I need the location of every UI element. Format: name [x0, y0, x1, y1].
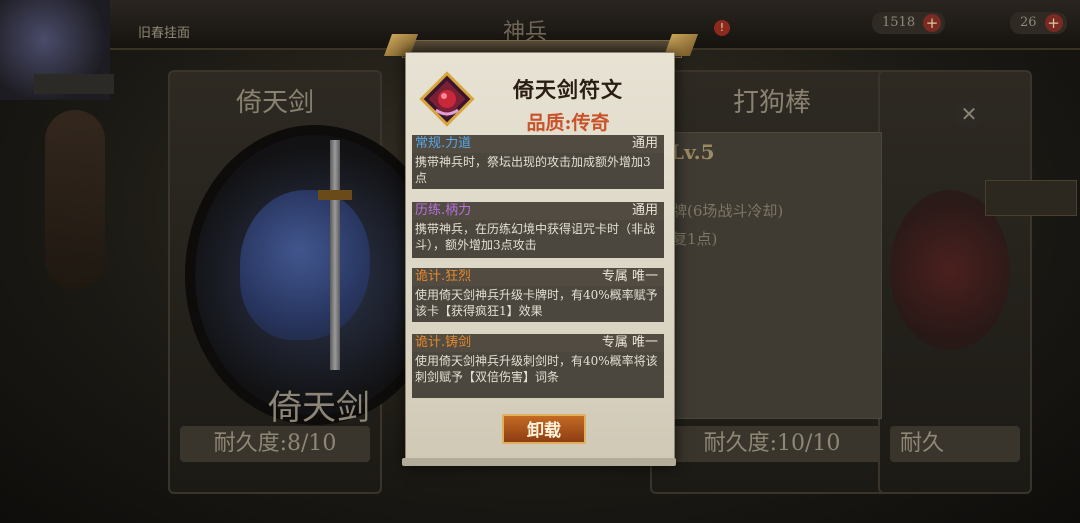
rune-skill-name: 诡计.铸剑: [415, 335, 472, 350]
right-side-button[interactable]: [985, 180, 1077, 216]
weapon-detail-panel: [665, 132, 882, 419]
rune-skill-tag: 通用: [631, 136, 658, 151]
phoenix-illustration: [240, 190, 370, 340]
rune-skill-header: 常规.力道 通用: [412, 135, 664, 153]
top-left-label: 旧春挂面: [138, 26, 191, 41]
player-tag: [34, 74, 114, 94]
resource-gold-value: 1518: [882, 15, 916, 30]
scroll-bottom-edge: [402, 458, 676, 466]
rune-skill-header: 历练.柄力 通用: [412, 202, 664, 220]
weapon-card-durability: 耐久: [890, 426, 1020, 462]
unload-button[interactable]: 卸载: [502, 414, 586, 444]
rune-skill-header: 诡计.狂烈 专属 唯一: [412, 268, 664, 286]
resource-gem-value: 26: [1020, 15, 1037, 30]
weapon-effect-line: 牌(6场战斗冷却): [672, 202, 784, 220]
weapon-big-name: 倚天剑: [268, 388, 370, 428]
rune-skill: 诡计.狂烈 专属 唯一 使用倚天剑神兵升级卡牌时，有40%概率赋予该卡【获得疯狂…: [412, 268, 664, 322]
rune-skill-tag: 通用: [631, 203, 658, 218]
sword-guard: [318, 190, 352, 200]
rune-skill-tag: 专属 唯一: [601, 269, 658, 284]
side-ornament: [45, 110, 105, 290]
rune-skill: 历练.柄力 通用 携带神兵，在历练幻境中获得诅咒卡时（非战斗），额外增加3点攻击: [412, 202, 664, 258]
sword-illustration: [330, 140, 340, 370]
rune-skill-tag: 专属 唯一: [601, 335, 658, 350]
add-gold-button[interactable]: +: [923, 14, 942, 32]
weapon-card-durability: 耐久度:8/10: [180, 426, 370, 462]
resource-gem: 26 +: [1010, 12, 1067, 34]
rune-skill-desc: 携带神兵，在历练幻境中获得诅咒卡时（非战斗），额外增加3点攻击: [412, 220, 664, 258]
resource-gold: 1518 +: [872, 12, 946, 34]
add-gem-button[interactable]: +: [1044, 14, 1063, 32]
weapon-card-title: 倚天剑: [235, 88, 314, 118]
weapon-card-durability: 耐久度:10/10: [662, 426, 882, 462]
weapon-effect-line: 复1点): [672, 230, 718, 248]
rune-quality-label: 品质:: [526, 112, 572, 134]
rune-skill-desc: 使用倚天剑神兵升级卡牌时，有40%概率赋予该卡【获得疯狂1】效果: [412, 286, 664, 322]
weapon-level: Lv.5: [670, 140, 715, 164]
rune-skill-name: 诡计.狂烈: [415, 269, 472, 284]
close-icon[interactable]: ✕: [955, 100, 983, 128]
rune-skill-header: 诡计.铸剑 专属 唯一: [412, 334, 664, 352]
rune-skill-name: 常规.力道: [415, 136, 472, 151]
rune-skill: 诡计.铸剑 专属 唯一 使用倚天剑神兵升级刺剑时，有40%概率将该刺剑赋予【双倍…: [412, 334, 664, 398]
rune-title: 倚天剑符文: [513, 77, 623, 102]
rune-gem-icon: [419, 71, 475, 127]
rune-skill: 常规.力道 通用 携带神兵时，祭坛出现的攻击加成额外增加3点: [412, 135, 664, 189]
rune-skill-name: 历练.柄力: [415, 203, 472, 218]
rune-skill-desc: 携带神兵时，祭坛出现的攻击加成额外增加3点: [412, 153, 664, 189]
rune-quality: 品质:传奇: [470, 108, 666, 135]
rune-skill-desc: 使用倚天剑神兵升级刺剑时，有40%概率将该刺剑赋予【双倍伤害】词条: [412, 352, 664, 398]
weapon-card-title: 打狗棒: [732, 88, 811, 118]
notification-badge[interactable]: !: [714, 20, 730, 36]
rune-quality-value: 传奇: [571, 112, 610, 134]
